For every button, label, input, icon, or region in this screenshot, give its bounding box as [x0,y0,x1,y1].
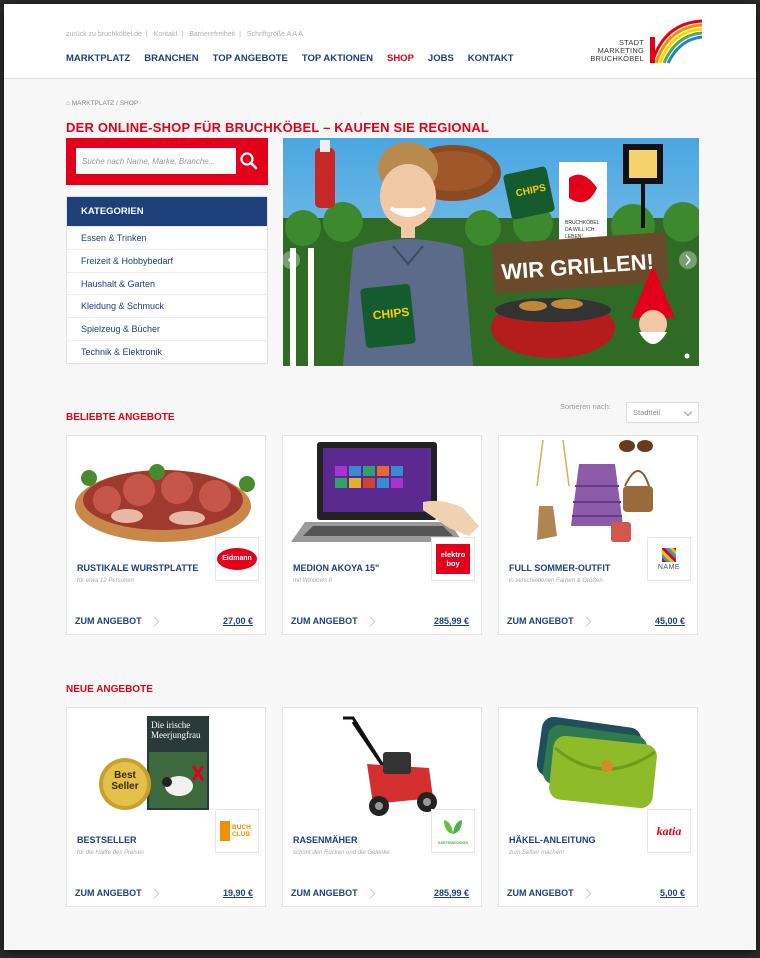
product-image: Die irische Meerjungfrau Best Seller [67,708,265,823]
sort-value: Stadtteil [633,408,661,417]
product-subtitle: mit Windows 8 [293,578,332,584]
brand-logo: BUCH CLUB [215,809,259,853]
product-image [67,436,265,551]
product-title: RASENMÄHER [293,835,358,845]
nav-top-aktionen[interactable]: TOP AKTIONEN [302,53,373,64]
chevron-right-icon [149,616,160,627]
sort-label: Sortieren nach: [560,402,611,411]
nav-jobs[interactable]: JOBS [428,53,454,64]
section-title-popular: BELIEBTE ANGEBOTE [66,412,175,423]
category-list: KATEGORIEN Essen & Trinken Freizeit & Ho… [66,196,268,364]
top-bar: zurück zu bruchköbel.de | Kontakt | Barrie… [66,31,303,38]
search-input[interactable] [76,148,236,174]
product-card[interactable]: Die irische Meerjungfrau Best Seller BUC… [66,707,266,907]
offer-button[interactable]: ZUM ANGEBOT [507,616,574,626]
sort-select[interactable]: Stadtteil [626,402,699,423]
product-subtitle: für die Hälfte des Preises [77,850,145,856]
product-title: BESTSELLER [77,835,137,845]
back-link[interactable]: zurück zu bruchköbel.de [66,31,142,38]
chevron-right-icon [365,888,376,899]
product-title: FULL SOMMER-OUTFIT [509,563,611,573]
product-image [499,708,697,823]
logo-rainbow-icon [650,19,703,64]
product-title: HÄKEL-ANLEITUNG [509,835,596,845]
category-spielzeug-buecher[interactable]: Spielzeug & Bücher [67,317,267,340]
product-subtitle: zum Selber machen! [509,850,565,856]
nav-shop[interactable]: SHOP [387,53,414,64]
product-card[interactable]: elektro boy MEDION AKOYA 15" mit Windows… [282,435,482,635]
product-card[interactable]: GARTENWONNES RASENMÄHER schont den Rücke… [282,707,482,907]
breadcrumb-marktplatz[interactable]: MARKTPLATZ [72,100,115,107]
svg-text:BRUCHKÖBEL: BRUCHKÖBEL [565,219,600,226]
nav-kontakt[interactable]: KONTAKT [468,53,514,64]
brand-logo: Eidmann [215,537,259,581]
product-price[interactable]: 27,00 € [223,616,253,626]
category-freizeit-hobby[interactable]: Freizeit & Hobbybedarf [67,248,267,272]
brand-logo: NAME [647,537,691,581]
brand-logo: katia [647,809,691,853]
banner-image: CHIPS BRUCHKÖBEL DA WILL ICH LEBEN! WIR … [283,138,699,366]
banner-next-icon[interactable] [679,251,697,269]
home-icon[interactable]: ⌂ [66,100,70,107]
accessibility-link[interactable]: Barrierefreiheit [189,31,235,38]
page-title: DER ONLINE-SHOP FÜR BRUCHKÖBEL – KAUFEN … [66,120,490,135]
offer-button[interactable]: ZUM ANGEBOT [507,888,574,898]
product-image [283,708,481,823]
product-subtitle: in verschiedenen Farben & Größen [509,578,603,584]
chevron-right-icon [149,888,160,899]
product-subtitle: schont den Rücken und die Gelenke [293,850,390,856]
font-size-control[interactable]: Schriftgröße A A A [247,31,303,38]
chevron-down-icon [683,407,693,417]
search-box [66,138,268,185]
offer-button[interactable]: ZUM ANGEBOT [291,888,358,898]
product-price[interactable]: 19,90 € [223,888,253,898]
page: zurück zu bruchköbel.de | Kontakt | Barrie… [4,4,756,950]
product-image [499,436,697,551]
product-title: MEDION AKOYA 15" [293,563,380,573]
site-header: zurück zu bruchköbel.de | Kontakt | Barrie… [4,4,756,79]
product-price[interactable]: 285,99 € [434,616,469,626]
product-price[interactable]: 45,00 € [655,616,685,626]
breadcrumb-shop: SHOP [119,100,139,107]
book-title: Die irische Meerjungfrau [151,720,201,740]
brand-logo: elektro boy [431,537,475,581]
bestseller-seal: Best Seller [111,770,139,792]
category-technik-elektronik[interactable]: Technik & Elektronik [67,339,267,363]
hero-banner[interactable]: CHIPS BRUCHKÖBEL DA WILL ICH LEBEN! WIR … [283,138,699,366]
product-title: RUSTIKALE WURSTPLATTE [77,563,199,573]
category-kleidung-schmuck[interactable]: Kleidung & Schmuck [67,294,267,317]
breadcrumb: ⌂ MARKTPLATZ / SHOP [66,100,139,107]
category-header: KATEGORIEN [67,197,267,226]
logo-text: STADT MARKETING BRUCHKÖBEL [590,38,644,63]
product-card[interactable]: katia HÄKEL-ANLEITUNG zum Selber machen!… [498,707,698,907]
offer-button[interactable]: ZUM ANGEBOT [75,888,142,898]
nav-branchen[interactable]: BRANCHEN [144,53,198,64]
chevron-right-icon [581,888,592,899]
chevron-right-icon [365,616,376,627]
category-essen-trinken[interactable]: Essen & Trinken [67,226,267,249]
product-price[interactable]: 5,00 € [660,888,685,898]
contact-link[interactable]: Kontakt [154,31,178,38]
main-nav: MARKTPLATZ BRANCHEN TOP ANGEBOTE TOP AKT… [66,53,514,64]
offer-button[interactable]: ZUM ANGEBOT [291,616,358,626]
chevron-right-icon [581,616,592,627]
product-card[interactable]: NAME FULL SOMMER-OUTFIT in verschiedenen… [498,435,698,635]
site-logo[interactable]: STADT MARKETING BRUCHKÖBEL [586,17,706,73]
brand-logo: GARTENWONNES [431,809,475,853]
product-card[interactable]: Eidmann RUSTIKALE WURSTPLATTE für etwa 1… [66,435,266,635]
product-price[interactable]: 285,99 € [434,888,469,898]
nav-top-angebote[interactable]: TOP ANGEBOTE [213,53,288,64]
carousel-dot[interactable] [684,353,690,359]
offer-button[interactable]: ZUM ANGEBOT [75,616,142,626]
category-haushalt-garten[interactable]: Haushalt & Garten [67,271,267,295]
svg-text:DA WILL ICH: DA WILL ICH [565,227,595,233]
product-subtitle: für etwa 12 Personen [77,578,135,584]
product-image [283,436,481,551]
section-title-new: NEUE ANGEBOTE [66,684,153,695]
nav-marktplatz[interactable]: MARKTPLATZ [66,53,130,64]
search-icon[interactable] [238,150,260,172]
